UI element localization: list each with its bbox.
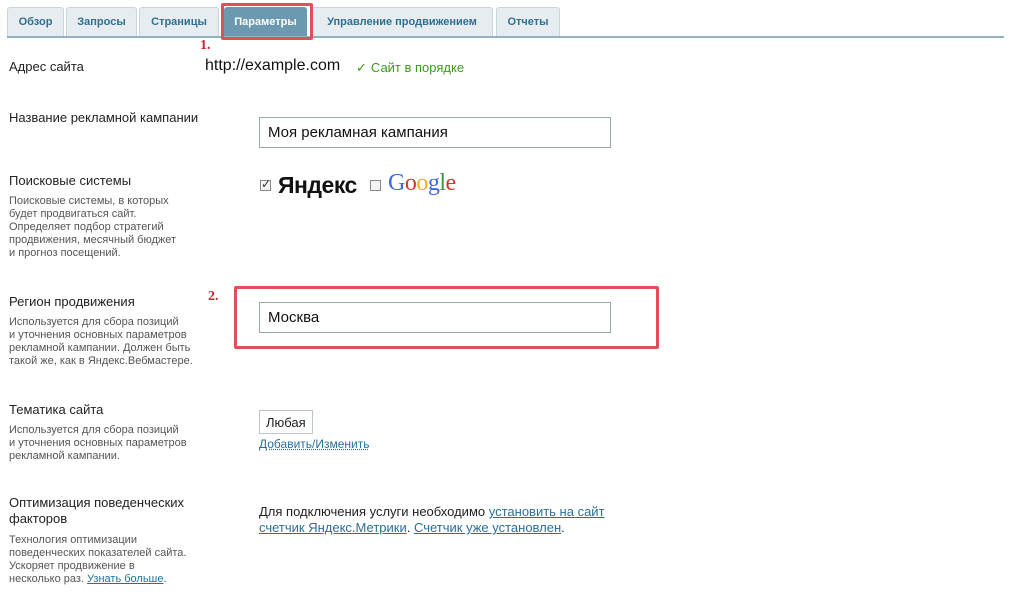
behavior-description: Технология оптимизации поведенческих пок…	[9, 534, 187, 585]
region-input[interactable]	[259, 302, 611, 333]
annotation-number-2: 2.	[208, 289, 219, 304]
tab-reports[interactable]: Отчеты	[496, 7, 560, 36]
yandex-checkbox[interactable]	[260, 177, 271, 191]
google-checkbox[interactable]	[370, 180, 381, 191]
theme-description: Используется для сбора позиций и уточнен…	[9, 424, 187, 462]
theme-edit-link[interactable]: Добавить/Изменить	[259, 437, 370, 451]
tab-underline	[7, 36, 1004, 38]
campaign-name-input[interactable]	[259, 117, 611, 148]
search-engines-description: Поисковые системы, в которых будет продв…	[9, 195, 177, 259]
theme-label: Тематика сайта	[9, 402, 104, 417]
behavior-label: Оптимизация поведенческих факторов	[9, 495, 185, 526]
annotation-number-1: 1.	[200, 38, 211, 53]
region-label: Регион продвижения	[9, 294, 135, 309]
annotation-box-tab	[221, 3, 313, 40]
google-logo: Google	[388, 170, 456, 196]
site-url: http://example.com	[205, 57, 341, 74]
check-icon: ✓	[356, 60, 367, 75]
tab-bar: Обзор Запросы Страницы Параметры Управле…	[7, 7, 1004, 38]
theme-value[interactable]: Любая	[259, 410, 313, 434]
tab-pages[interactable]: Страницы	[139, 7, 219, 36]
yandex-logo: Яндекс	[278, 172, 357, 198]
tab-queries[interactable]: Запросы	[66, 7, 137, 36]
learn-more-link[interactable]: Узнать больше	[87, 573, 163, 585]
site-address-label: Адрес сайта	[9, 59, 84, 74]
metrika-text: Для подключения услуги необходимо устано…	[259, 504, 605, 535]
campaign-name-label: Название рекламной кампании	[9, 110, 199, 125]
search-engines-label: Поисковые системы	[9, 173, 132, 188]
counter-installed-link[interactable]: Счетчик уже установлен	[414, 520, 561, 535]
region-description: Используется для сбора позиций и уточнен…	[9, 316, 193, 367]
tab-overview[interactable]: Обзор	[7, 7, 64, 36]
tab-promotion-management[interactable]: Управление продвижением	[311, 7, 493, 36]
site-status-text: Сайт в порядке	[370, 60, 465, 75]
site-status: ✓ Сайт в порядке	[356, 60, 464, 76]
